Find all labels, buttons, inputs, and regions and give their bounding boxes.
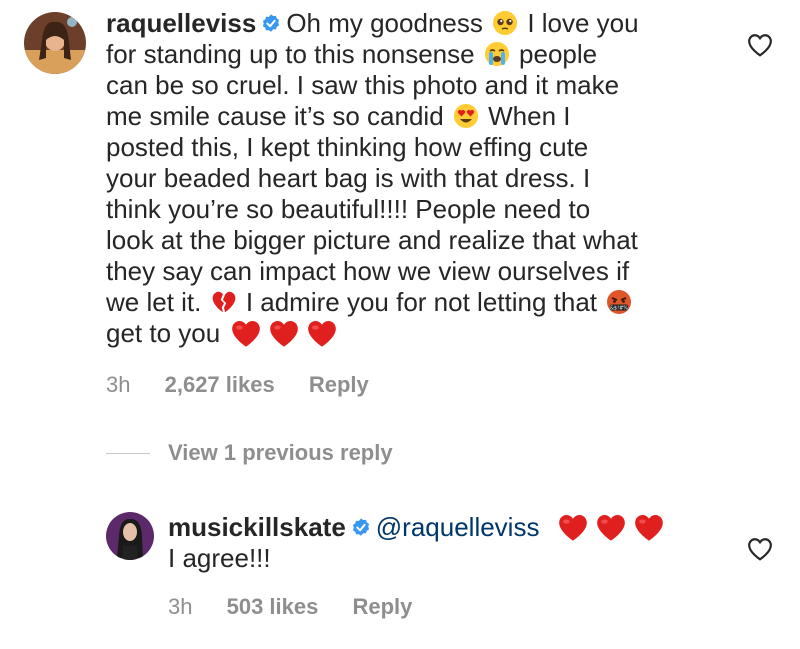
comment-timestamp: 3h [106, 372, 131, 397]
reply-username[interactable]: musickillskate [168, 512, 346, 542]
comment-text-segment: your beaded heart bag is with that dress… [106, 163, 591, 193]
comment-text-segment: we let it. [106, 287, 209, 317]
comment-text-segment: I love you [520, 8, 639, 38]
comment-text-segment: they say can impact how we view ourselve… [106, 256, 630, 286]
comment-meta: 3h 2,627 likes Reply [106, 372, 397, 398]
avatar-musickillskate[interactable] [106, 512, 154, 560]
verified-badge-icon [260, 13, 282, 35]
avatar-image [24, 12, 86, 74]
comment-text-segment: people [511, 39, 598, 69]
comment-text-segment: I admire you for not letting that [238, 287, 605, 317]
broken-heart-emoji [211, 289, 237, 315]
comment-line-8: look at the bigger picture and realize t… [106, 225, 726, 256]
comment-text-segment: for standing up to this nonsense [106, 39, 482, 69]
reply-likes-count[interactable]: 503 likes [227, 594, 319, 619]
replies-divider-line [106, 452, 150, 454]
comment-line-11: get to you [106, 318, 726, 349]
comment-line-10: we let it. I admire you for not letting … [106, 287, 726, 318]
comment-likes-count[interactable]: 2,627 likes [165, 372, 275, 397]
svg-text:&$!#%: &$!#% [610, 306, 628, 312]
comment-text-segment: When I [480, 101, 571, 131]
red-heart-emoji [306, 319, 338, 348]
comment-text-segment: Oh my goodness [286, 8, 491, 38]
comment-username[interactable]: raquelleviss [106, 8, 256, 38]
red-heart-emoji [595, 513, 627, 542]
view-previous-replies-label[interactable]: View 1 previous reply [168, 440, 393, 466]
comment-line-4: me smile cause it’s so candid When I [106, 101, 726, 132]
comment-text-segment: me smile cause it’s so candid [106, 101, 451, 131]
comment-reply-button[interactable]: Reply [309, 372, 369, 397]
comment-text-segment: get to you [106, 318, 228, 348]
avatar-raquelleviss[interactable] [24, 12, 86, 74]
avatar-image [106, 512, 154, 560]
comment-text-segment: posted this, I kept thinking how effing … [106, 132, 589, 162]
pleading-face-emoji [492, 10, 518, 36]
reply-line-2: I agree!!! [168, 543, 728, 574]
red-heart-emoji [268, 319, 300, 348]
comment-text-segment: can be so cruel. I saw this photo and it… [106, 70, 620, 100]
comment-line-3: can be so cruel. I saw this photo and it… [106, 70, 726, 101]
comment-line-2: for standing up to this nonsense people [106, 39, 726, 70]
reply-text: I agree!!! [168, 543, 271, 573]
like-comment-heart-icon[interactable] [747, 33, 773, 57]
crying-face-emoji [484, 41, 510, 67]
reply-body: musickillskate @raquelleviss I agree!!! [168, 512, 728, 574]
comment-line-5: posted this, I kept thinking how effing … [106, 132, 726, 163]
comment-line-7: think you’re so beautiful!!!! People nee… [106, 194, 726, 225]
reply-reply-button[interactable]: Reply [352, 594, 412, 619]
reply-meta: 3h 503 likes Reply [168, 594, 440, 620]
verified-badge-icon [350, 517, 372, 539]
like-reply-heart-icon[interactable] [747, 537, 773, 561]
heart-eyes-emoji [453, 103, 479, 129]
reply-timestamp: 3h [168, 594, 193, 619]
comment-text-segment: look at the bigger picture and realize t… [106, 225, 638, 255]
reply-mention-link[interactable]: @raquelleviss [376, 512, 540, 542]
reply-line-1: musickillskate @raquelleviss [168, 512, 728, 543]
comment-line-1: raquelleviss Oh my goodness I love you [106, 8, 726, 39]
cursing-face-emoji: &$!#% [607, 290, 632, 314]
red-heart-emoji [557, 513, 589, 542]
comment-body: raquelleviss Oh my goodness I love you fo… [106, 8, 726, 349]
comment-line-9: they say can impact how we view ourselve… [106, 256, 726, 287]
comment-line-6: your beaded heart bag is with that dress… [106, 163, 726, 194]
red-heart-emoji [230, 319, 262, 348]
red-heart-emoji [633, 513, 665, 542]
comment-text-segment: think you’re so beautiful!!!! People nee… [106, 194, 591, 224]
view-previous-replies[interactable]: View 1 previous reply [106, 440, 393, 466]
